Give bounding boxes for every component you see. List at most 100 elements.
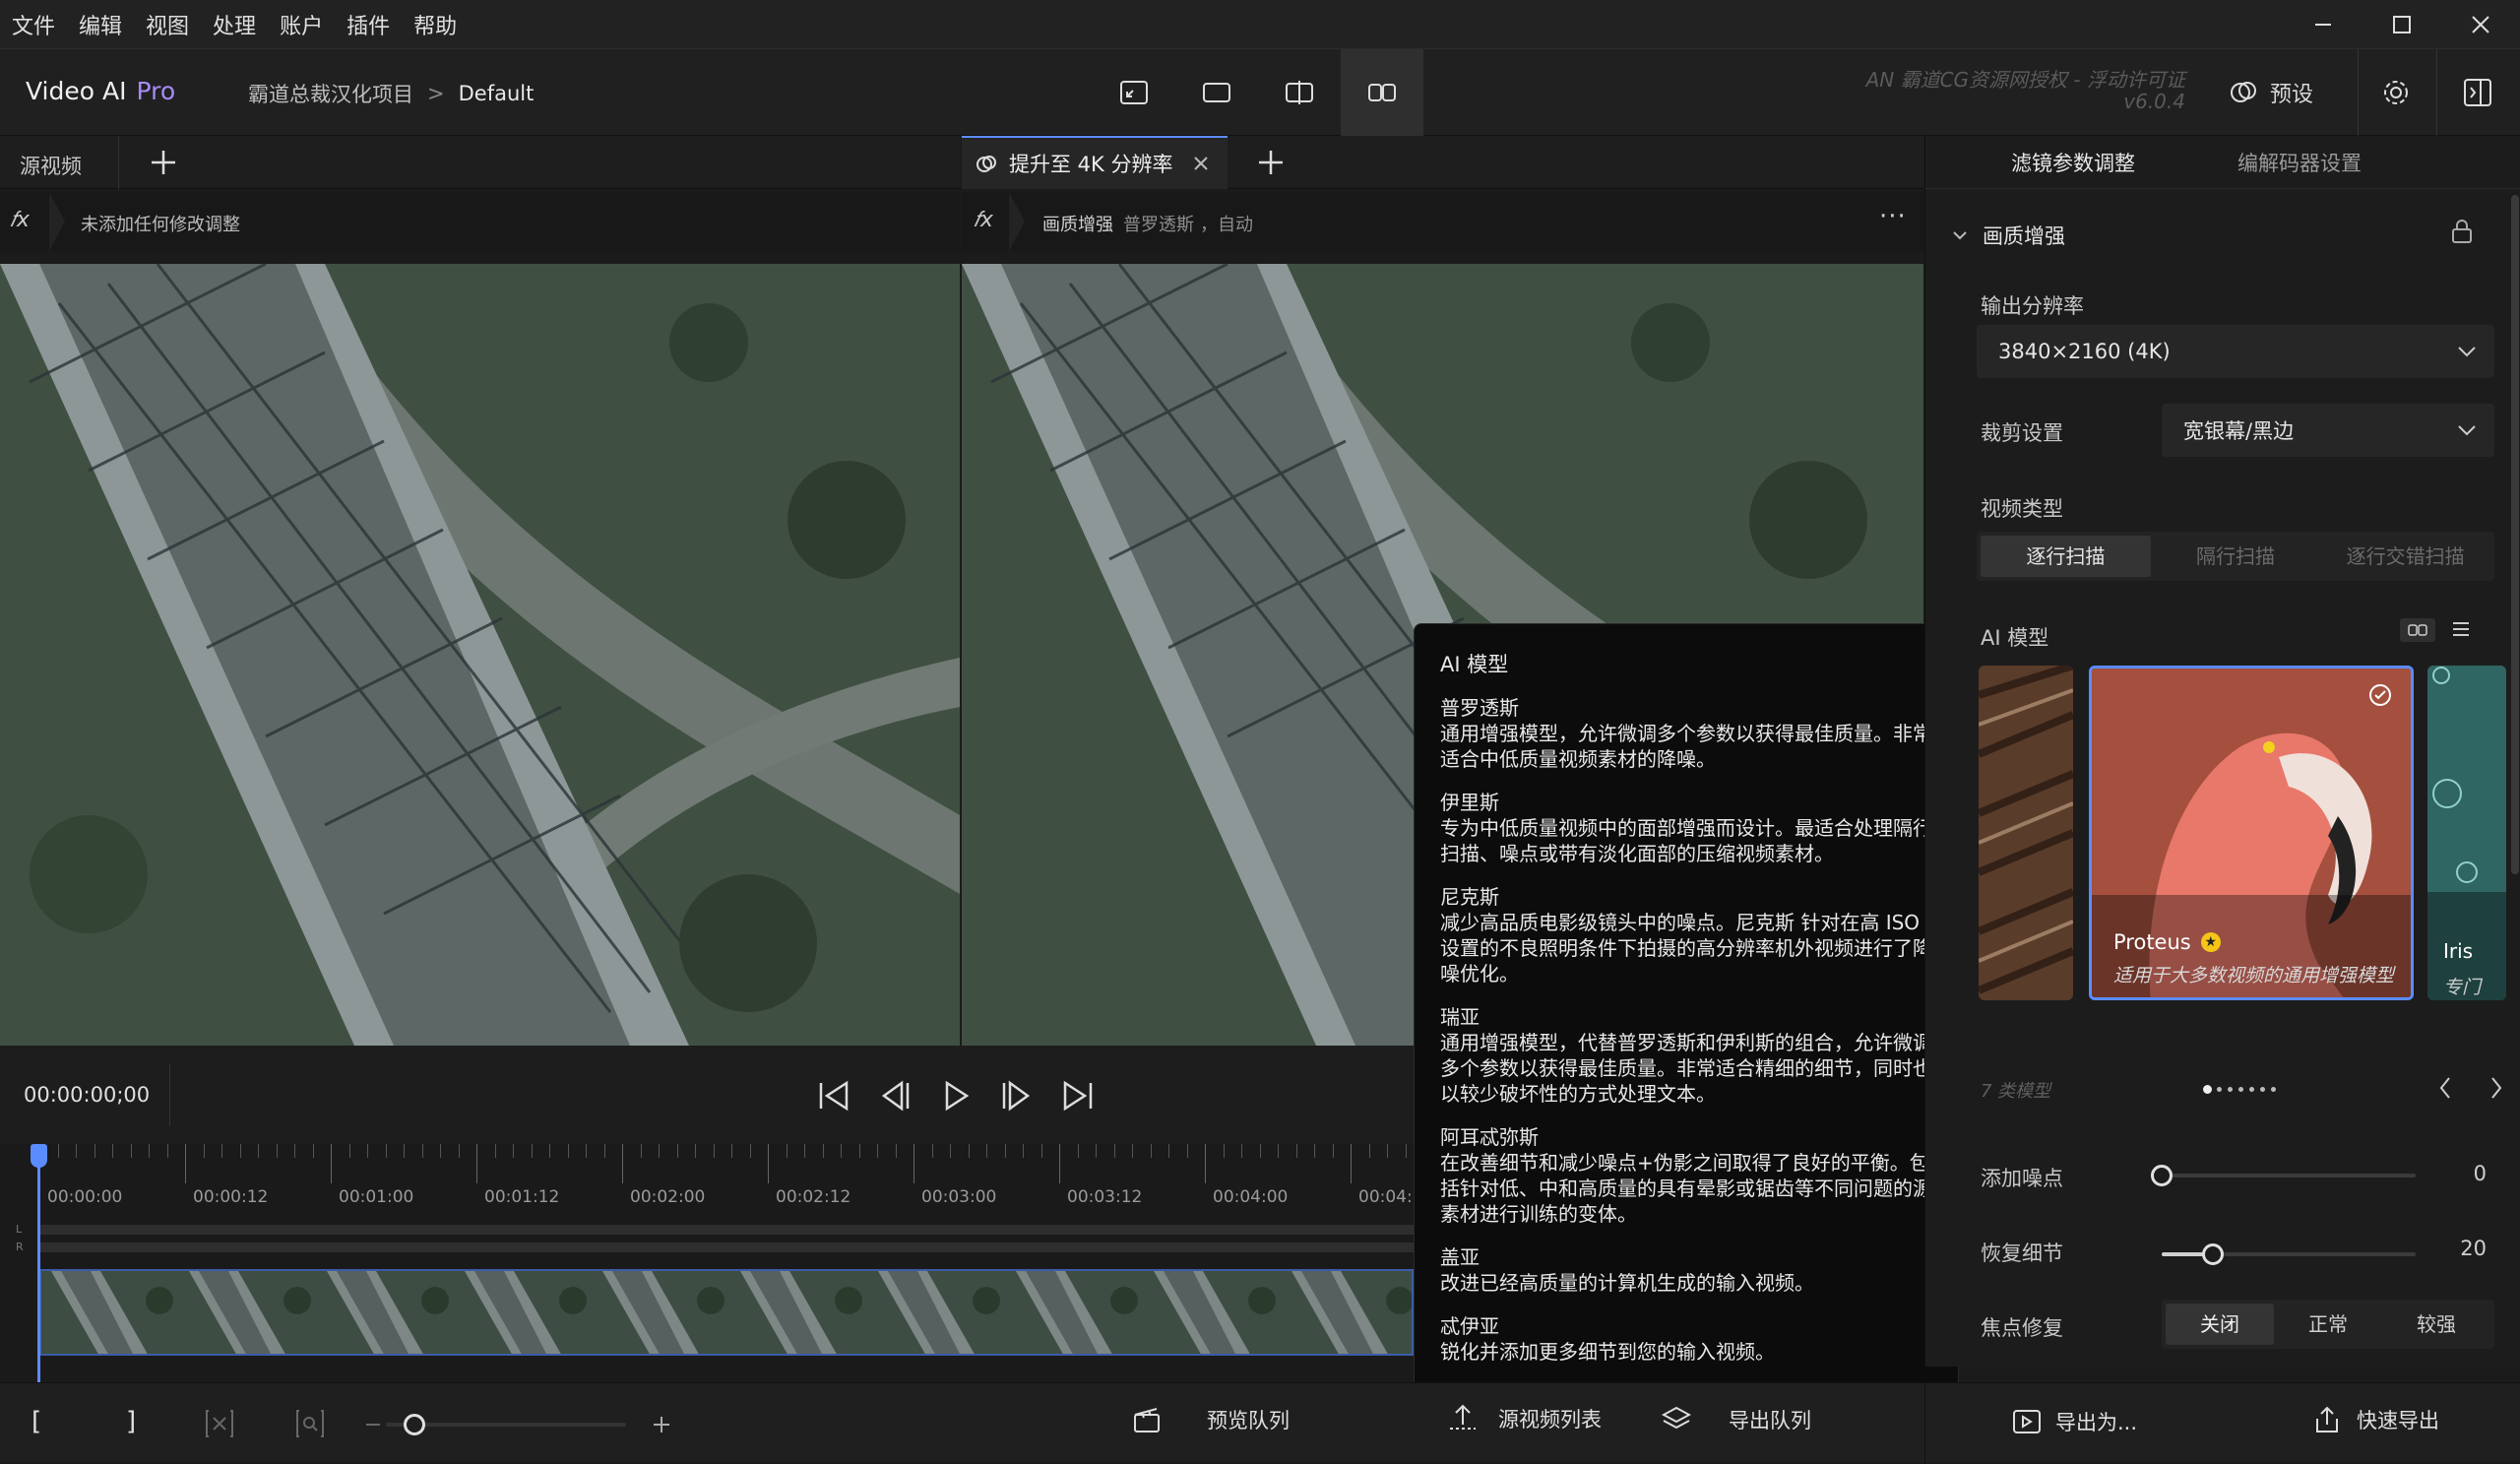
video-type-interlaced-progressive[interactable]: 逐行交错扫描 <box>2320 536 2490 577</box>
skip-to-start-icon[interactable] <box>817 1079 850 1113</box>
minimize-button[interactable] <box>2284 0 2362 49</box>
add-noise-value[interactable]: 0 <box>2437 1162 2487 1185</box>
maximize-button[interactable] <box>2362 0 2441 49</box>
source-video-frame[interactable] <box>0 264 960 1046</box>
timeline[interactable]: 00:00:00 00:00:12 00:01:00 00:01:12 00:02:00… <box>0 1144 1414 1382</box>
clear-range-icon[interactable] <box>205 1409 234 1438</box>
settings-button[interactable] <box>2380 77 2412 108</box>
tab-enhance-4k[interactable]: 提升至 4K 分辨率 <box>962 136 1228 189</box>
menu-item[interactable]: 账户 <box>280 9 323 40</box>
timeline-zoom-slider[interactable] <box>386 1414 626 1435</box>
chevron-left-icon[interactable] <box>2437 1075 2453 1101</box>
tooltip-model-name: 尼克斯 <box>1440 885 1499 909</box>
recover-detail-knob[interactable] <box>2201 1243 2224 1265</box>
fx-summary[interactable]: 画质增强 普罗透斯 ，自动 <box>1042 211 1253 236</box>
add-tab-button[interactable] <box>150 149 177 176</box>
chevron-right-icon[interactable] <box>2488 1075 2504 1101</box>
quick-export-button[interactable]: 快速导出 <box>2313 1405 2439 1434</box>
sidebar-toggle-icon <box>2464 79 2491 106</box>
carousel-dot-active[interactable] <box>2203 1085 2212 1094</box>
playhead-handle[interactable] <box>31 1144 47 1168</box>
fx-icon: 𝑓x <box>10 208 30 232</box>
carousel-dot[interactable] <box>2249 1087 2254 1092</box>
model-card-prev[interactable] <box>1979 666 2073 1000</box>
ruler-major-tick <box>622 1144 623 1183</box>
tooltip-model-entry: 伊里斯 专为中低质量视频中的面部增强而设计。最适合处理隔行扫描、噪点或带有淡化面部… <box>1440 790 1932 866</box>
output-resolution-select[interactable]: 3840×2160 (4K) <box>1977 325 2494 378</box>
playhead-line[interactable] <box>37 1144 40 1382</box>
video-type-progressive[interactable]: 逐行扫描 <box>1981 536 2151 577</box>
lock-button[interactable] <box>2451 219 2473 244</box>
carousel-dot[interactable] <box>2260 1087 2265 1092</box>
video-type-interlaced[interactable]: 隔行扫描 <box>2151 536 2321 577</box>
menu-item[interactable]: 文件 <box>12 9 55 40</box>
crop-select[interactable]: 宽银幕/黑边 <box>2162 404 2494 457</box>
channel-r: R <box>16 1241 24 1253</box>
menu-item[interactable]: 帮助 <box>413 9 457 40</box>
more-options-icon[interactable]: ··· <box>1879 202 1907 231</box>
play-icon[interactable] <box>939 1079 973 1113</box>
preview-queue-button[interactable]: 预览队列 <box>1132 1405 1290 1434</box>
focus-fix-normal[interactable]: 正常 <box>2274 1304 2382 1345</box>
menu-item[interactable]: 处理 <box>213 9 256 40</box>
breadcrumb-current[interactable]: Default <box>459 82 535 105</box>
recover-detail-value[interactable]: 20 <box>2437 1237 2487 1260</box>
zoom-in-icon[interactable] <box>652 1415 671 1434</box>
app-title: Video AI Pro <box>26 77 175 105</box>
mark-in-button[interactable]: [ <box>32 1407 41 1436</box>
view-mode-split[interactable] <box>1258 49 1341 136</box>
add-noise-knob[interactable] <box>2151 1165 2173 1186</box>
tooltip-model-desc: 减少高品质电影级镜头中的噪点。尼克斯 针对在高 ISO 设置的不良照明条件下拍摄… <box>1440 911 1932 986</box>
menu-item[interactable]: 编辑 <box>79 9 122 40</box>
add-noise-slider[interactable] <box>2151 1165 2416 1186</box>
close-button[interactable] <box>2441 0 2520 49</box>
ruler-minor-tick <box>1186 1144 1188 1158</box>
carousel-dot[interactable] <box>2238 1087 2243 1092</box>
export-as-button[interactable]: 导出为... <box>2012 1407 2137 1436</box>
single-view-icon <box>1203 83 1230 102</box>
list-view-button[interactable] <box>2451 620 2471 638</box>
ruler-minor-tick <box>203 1144 205 1158</box>
ruler-minor-tick <box>367 1144 368 1158</box>
close-tab-icon[interactable] <box>1192 155 1210 172</box>
timeline-ruler[interactable]: 00:00:00 00:00:12 00:01:00 00:01:12 00:02:00… <box>39 1144 1414 1207</box>
video-track-thumbnails[interactable] <box>39 1269 1414 1356</box>
timecode[interactable]: 00:00:00;00 <box>24 1083 150 1107</box>
aerial-city-image <box>0 264 960 1046</box>
section-header-enhance[interactable]: 画质增强 <box>1951 221 2065 250</box>
grid-view-button[interactable] <box>2400 618 2435 642</box>
model-card-proteus[interactable]: Proteus ★ 适用于大多数视频的通用增强模型 <box>2089 666 2414 1000</box>
step-forward-icon[interactable] <box>1000 1079 1034 1113</box>
tooltip-model-entry: 瑞亚 通用增强模型，代替普罗透斯和伊利斯的组合，允许微调多个参数以获得最佳质量。非… <box>1440 1004 1932 1107</box>
breadcrumb-project[interactable]: 霸道总裁汉化项目 <box>248 79 413 108</box>
timeline-zoom-knob[interactable] <box>404 1414 426 1435</box>
carousel-dot[interactable] <box>2228 1087 2233 1092</box>
model-card-iris[interactable]: Iris 专门 <box>2427 666 2506 1000</box>
ruler-minor-tick <box>804 1144 805 1158</box>
tab-source-video[interactable]: 源视频 <box>20 151 82 180</box>
preset-button[interactable]: 预设 <box>2229 77 2313 108</box>
plus-icon <box>152 151 175 174</box>
menu-item[interactable]: 视图 <box>146 9 189 40</box>
menu-item[interactable]: 插件 <box>346 9 390 40</box>
step-back-icon[interactable] <box>878 1079 912 1113</box>
tab-filter-params[interactable]: 滤镜参数调整 <box>1925 148 2221 177</box>
add-tab-button[interactable] <box>1257 149 1285 176</box>
source-list-button[interactable]: 源视频列表 <box>1447 1403 1602 1434</box>
focus-fix-strong[interactable]: 较强 <box>2382 1304 2490 1345</box>
export-queue-button[interactable]: 导出队列 <box>1662 1405 1811 1434</box>
view-mode-single[interactable] <box>1175 49 1258 136</box>
carousel-dot[interactable] <box>2271 1087 2276 1092</box>
carousel-dot[interactable] <box>2217 1087 2222 1092</box>
recover-detail-slider[interactable] <box>2162 1243 2416 1265</box>
skip-to-end-icon[interactable] <box>1061 1079 1095 1113</box>
zoom-to-range-icon[interactable] <box>295 1409 325 1438</box>
panel-scrollbar[interactable] <box>2511 195 2519 874</box>
view-mode-single-zoom[interactable] <box>1093 49 1175 136</box>
tab-codec-settings[interactable]: 编解码器设置 <box>2221 148 2378 177</box>
focus-fix-off[interactable]: 关闭 <box>2166 1304 2274 1345</box>
zoom-out-icon[interactable] <box>366 1424 380 1426</box>
mark-out-button[interactable]: ] <box>126 1407 136 1436</box>
toggle-panel-button[interactable] <box>2463 78 2492 107</box>
view-mode-side-by-side[interactable] <box>1341 49 1423 136</box>
